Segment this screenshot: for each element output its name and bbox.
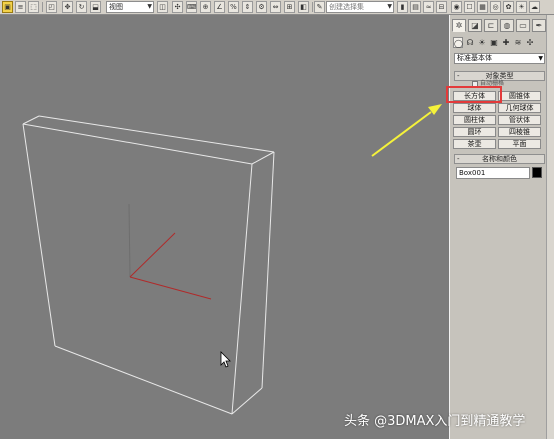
plane-button-label: 平面 [512,140,527,148]
window-crossing-icon[interactable]: ◰ [46,1,57,13]
teapot-button-label: 茶壶 [467,140,482,148]
cone-button[interactable]: 圆锥体 [498,91,541,101]
angle-snap-icon[interactable]: ∠ [214,1,225,13]
named-selection-sets-dropdown[interactable]: 创建选择集 ▼ [326,1,394,13]
sphere-button-label: 球体 [467,104,482,112]
sphere-button[interactable]: 球体 [453,103,496,113]
reference-coordinate-dropdown[interactable]: 视图 ▼ [106,1,154,13]
curve-editor-icon[interactable]: ≈ [423,1,434,13]
pyramid-button[interactable]: 四棱锥 [498,127,541,137]
render-setup-icon[interactable]: ☐ [464,1,475,13]
object-name-value: Box001 [459,169,486,177]
tab-utilities-icon[interactable]: ✒ [532,19,546,32]
name-color-rollout-header[interactable]: - 名称和颜色 [454,154,545,164]
geometry-category-dropdown[interactable]: 标准基本体 ▼ [454,53,545,64]
viewport-canvas [22,104,442,415]
pyramid-button-label: 四棱锥 [509,128,530,136]
spinner-snap-icon[interactable]: ⇕ [242,1,253,13]
render-cloud-icon[interactable]: ☁ [529,1,540,13]
perspective-viewport[interactable] [0,15,448,439]
chevron-down-icon: ▼ [147,3,152,10]
systems-icon[interactable]: ✣ [525,37,535,48]
box-edge-bottom-right [231,387,263,415]
box-edge-bottom-front [54,345,233,415]
activeshade-icon[interactable]: ☀ [516,1,527,13]
rendered-frame-icon[interactable]: ▦ [477,1,488,13]
geometry-icon[interactable]: ◯ [453,37,463,48]
tab-motion-icon[interactable]: ◍ [500,19,514,32]
plane-button[interactable]: 平面 [498,139,541,149]
torus-button[interactable]: 圆环 [453,127,496,137]
select-region-icon[interactable]: ⬚ [28,1,39,13]
reference-coordinate-value: 视图 [109,3,123,11]
space-warps-icon[interactable]: ≋ [513,37,523,48]
torus-button-label: 圆环 [467,128,482,136]
select-manipulate-icon[interactable]: ✣ [172,1,183,13]
select-by-name-icon[interactable]: ≡ [15,1,26,13]
render-production-icon[interactable]: ◎ [490,1,501,13]
keyboard-shortcut-icon[interactable]: ⌨ [186,1,197,13]
select-scale-icon[interactable]: ⬓ [90,1,101,13]
select-move-icon[interactable]: ✥ [62,1,73,13]
named-selection-sets-value: 创建选择集 [329,3,364,11]
box-edge-back-right [261,151,275,389]
box-edge-top-back [38,115,275,153]
pivot-center-icon[interactable]: ◫ [157,1,168,13]
collapse-icon: - [457,72,460,80]
geosphere-button-label: 几何球体 [505,104,534,112]
helpers-icon[interactable]: ✚ [501,37,511,48]
material-editor-icon[interactable]: ◉ [451,1,462,13]
cone-button-label: 圆锥体 [509,92,530,100]
mirror-tool-icon[interactable]: ▮ [397,1,408,13]
align-tool-icon[interactable]: ▤ [410,1,421,13]
tube-button[interactable]: 管状体 [498,115,541,125]
align-icon[interactable]: ⊞ [284,1,295,13]
box-edge-front-right [231,163,253,415]
named-selection-icon[interactable]: ✎ [314,1,325,13]
gizmo-x-axis [129,276,212,300]
object-name-input[interactable]: Box001 [456,167,530,179]
name-color-title: 名称和颜色 [482,155,517,163]
command-panel-scrollbar[interactable] [546,15,554,439]
tab-hierarchy-icon[interactable]: ⊏ [484,19,498,32]
box-edge-top-left [22,115,40,125]
geosphere-button[interactable]: 几何球体 [498,103,541,113]
chevron-down-icon: ▼ [387,3,392,10]
edit-named-selection-icon[interactable]: ⚙ [256,1,267,13]
schematic-view-icon[interactable]: ⊟ [436,1,447,13]
box-button-highlight [446,86,502,103]
cameras-icon[interactable]: ▣ [489,37,499,48]
object-type-title: 对象类型 [485,72,514,80]
shapes-icon[interactable]: ☊ [465,37,475,48]
geometry-category-value: 标准基本体 [457,54,492,62]
box-edge-top-front [22,123,253,165]
snap-toggle-icon[interactable]: ⊕ [200,1,211,13]
mouse-cursor-icon [220,351,231,368]
tab-modify-icon[interactable]: ◪ [468,19,482,32]
main-toolbar: ▣ ≡ ⬚ ◰ ✥ ↻ ⬓ 视图 ▼ ◫ ✣ ⌨ ⊕ ∠ % ⇕ ⚙ ⇔ ⊞ ◧ … [0,0,554,15]
lights-icon[interactable]: ☀ [477,37,487,48]
teapot-button[interactable]: 茶壶 [453,139,496,149]
chevron-down-icon: ▼ [538,55,543,62]
select-object-icon[interactable]: ▣ [2,1,13,13]
box-edge-top-right [251,151,275,165]
gizmo-z-axis [128,203,131,278]
tab-create-icon[interactable]: ✲ [452,19,466,32]
gizmo-y-axis [129,232,176,278]
cylinder-button-label: 圆柱体 [464,116,485,124]
cylinder-button[interactable]: 圆柱体 [453,115,496,125]
box-edge-front-left [22,123,56,347]
watermark: 头条 @3DMAX入门到精通教学 [344,414,526,429]
tube-button-label: 管状体 [509,116,530,124]
annotation-arrow-line [371,111,432,157]
box-wireframe [22,115,275,415]
tab-display-icon[interactable]: ▭ [516,19,530,32]
select-rotate-icon[interactable]: ↻ [76,1,87,13]
collapse-icon: - [457,155,460,163]
layer-manager-icon[interactable]: ◧ [298,1,309,13]
object-color-swatch[interactable] [532,167,542,178]
percent-snap-icon[interactable]: % [228,1,239,13]
render-iterative-icon[interactable]: ✿ [503,1,514,13]
mirror-icon[interactable]: ⇔ [270,1,281,13]
